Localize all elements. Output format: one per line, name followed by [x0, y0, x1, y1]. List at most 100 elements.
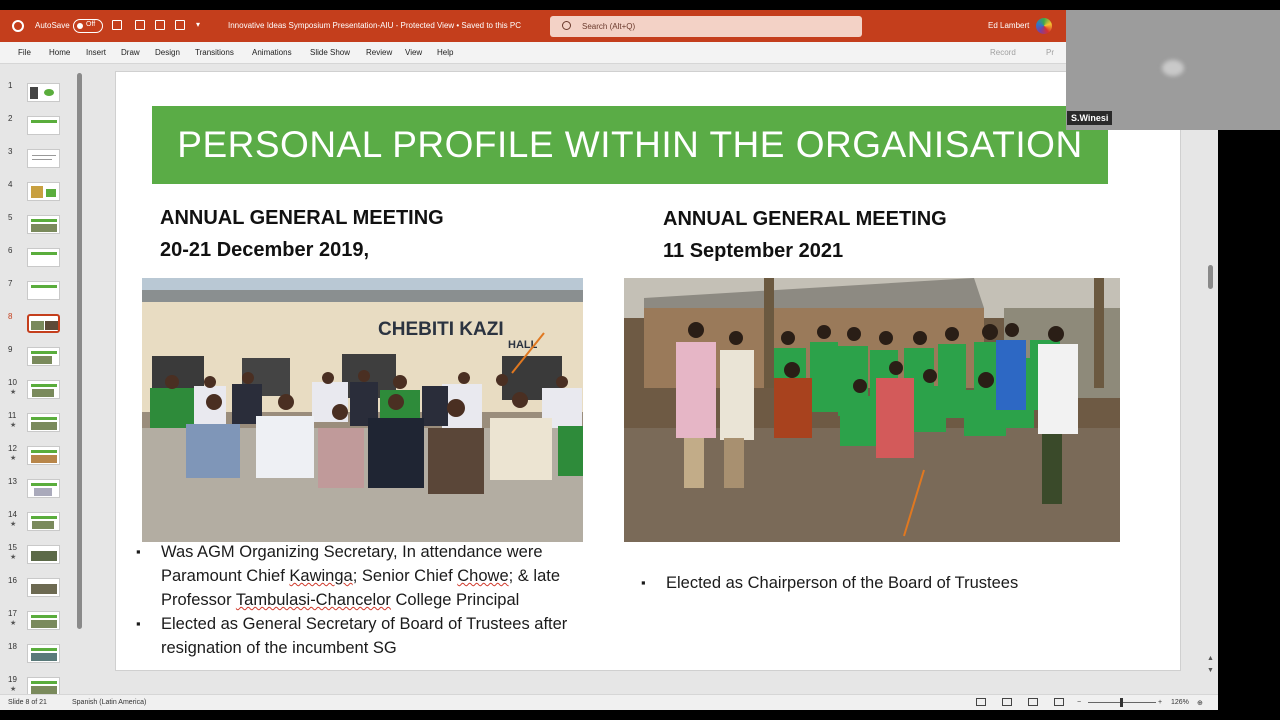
tab-file[interactable]: File [18, 48, 31, 57]
thumbnail-preview [27, 314, 60, 333]
thumbnail-number: 7 [8, 279, 13, 288]
slide-thumbnail[interactable]: 4 [0, 180, 86, 208]
slide-scrollbar[interactable] [1208, 265, 1213, 289]
slide-thumbnail[interactable]: 3 [0, 147, 86, 175]
misspelled-word: Tambulasi-Chancelor [235, 591, 391, 609]
app-root: AutoSave Off ▾ Innovative Ideas Symposiu… [0, 0, 1280, 720]
avatar[interactable] [1036, 18, 1052, 34]
save-icon[interactable] [112, 20, 122, 30]
record-button[interactable]: Record [990, 48, 1016, 57]
autosave-toggle[interactable]: Off [73, 19, 103, 33]
thumbnail-number: 4 [8, 180, 13, 189]
left-bullets: Was AGM Organizing Secretary, In attenda… [136, 540, 616, 660]
open-folder-icon[interactable] [155, 20, 165, 30]
video-participant-tile[interactable]: S.Winesi [1066, 10, 1280, 130]
group-photo-illustration [624, 278, 1120, 542]
present-icon[interactable] [175, 20, 185, 30]
tab-transitions[interactable]: Transitions [195, 48, 234, 57]
autosave-label: AutoSave [35, 21, 70, 30]
tab-help[interactable]: Help [437, 48, 453, 57]
status-bar: Slide 8 of 21 Spanish (Latin America) − … [0, 694, 1218, 710]
thumbnail-number: 1 [8, 81, 13, 90]
slide-thumbnail[interactable]: 14 ★ [0, 510, 86, 538]
slide-thumbnail[interactable]: 10 ★ [0, 378, 86, 406]
normal-view-icon[interactable] [976, 698, 986, 706]
slide-thumbnail[interactable]: 2 [0, 114, 86, 142]
agm-2019-photo[interactable]: CHEBITI KAZI HALL [142, 278, 583, 542]
tab-view[interactable]: View [405, 48, 422, 57]
group-photo-illustration: CHEBITI KAZI HALL [142, 278, 583, 542]
tab-design[interactable]: Design [155, 48, 180, 57]
slide-thumbnail-selected[interactable]: 8 [0, 312, 86, 340]
tab-insert[interactable]: Insert [86, 48, 106, 57]
list-item[interactable]: Was AGM Organizing Secretary, In attenda… [136, 540, 616, 612]
thumbnail-preview [27, 182, 60, 201]
search-box[interactable]: Search (Alt+Q) [550, 16, 862, 37]
slide-thumbnail[interactable]: 16 [0, 576, 86, 604]
slide-sorter-icon[interactable] [1002, 698, 1012, 706]
thumbnail-number: 3 [8, 147, 13, 156]
search-icon [562, 21, 571, 30]
thumbnail-preview [27, 413, 60, 432]
thumbnail-number: 17 [8, 609, 17, 618]
customize-toolbar-icon[interactable]: ▾ [196, 20, 200, 29]
slide-title[interactable]: PERSONAL PROFILE WITHIN THE ORGANISATION [152, 106, 1108, 184]
slide-thumbnail[interactable]: 11 ★ [0, 411, 86, 439]
prev-slide-icon[interactable]: ▲ [1207, 655, 1214, 662]
fit-slide-icon[interactable]: ⊕ [1197, 699, 1203, 707]
next-slide-icon[interactable]: ▼ [1207, 667, 1214, 674]
animation-star-icon: ★ [10, 686, 17, 693]
photo-sign-text: CHEBITI KAZI [378, 319, 504, 340]
thumbnail-preview [27, 281, 60, 300]
slide-thumbnail[interactable]: 18 [0, 642, 86, 670]
animation-star-icon: ★ [10, 422, 17, 429]
powerpoint-window: AutoSave Off ▾ Innovative Ideas Symposiu… [0, 10, 1218, 710]
slide-thumbnail[interactable]: 9 [0, 345, 86, 373]
thumbnail-preview [27, 215, 60, 234]
thumbnail-preview [27, 512, 60, 531]
thumbnail-scrollbar[interactable] [77, 73, 82, 629]
reading-view-icon[interactable] [1028, 698, 1038, 706]
thumbnail-preview [27, 644, 60, 663]
slide-thumbnail[interactable]: 6 [0, 246, 86, 274]
right-heading[interactable]: ANNUAL GENERAL MEETING 11 September 2021 [663, 203, 947, 267]
zoom-slider-thumb[interactable] [1120, 698, 1123, 707]
slide-8[interactable]: PERSONAL PROFILE WITHIN THE ORGANISATION… [115, 71, 1181, 671]
slide-thumbnail[interactable]: 5 [0, 213, 86, 241]
zoom-out-icon[interactable]: − [1077, 699, 1081, 706]
thumbnail-preview [27, 149, 60, 168]
tab-animations[interactable]: Animations [252, 48, 292, 57]
left-heading-line1: ANNUAL GENERAL MEETING [160, 207, 444, 229]
slide-thumbnail[interactable]: 17 ★ [0, 609, 86, 637]
list-item[interactable]: Elected as General Secretary of Board of… [136, 612, 616, 660]
participant-video-feed [1162, 60, 1184, 76]
bullet-text: College Principal [390, 591, 520, 609]
slide-thumbnail[interactable]: 15 ★ [0, 543, 86, 571]
thumbnail-preview [27, 545, 60, 564]
agm-2021-photo[interactable] [624, 278, 1120, 542]
language-indicator[interactable]: Spanish (Latin America) [72, 699, 146, 706]
left-heading[interactable]: ANNUAL GENERAL MEETING 20-21 December 20… [160, 202, 444, 266]
slide-canvas: PERSONAL PROFILE WITHIN THE ORGANISATION… [88, 65, 1218, 699]
user-name[interactable]: Ed Lambert [988, 21, 1029, 30]
slide-thumbnail[interactable]: 1 [0, 81, 86, 109]
animation-star-icon: ★ [10, 389, 17, 396]
tab-draw[interactable]: Draw [121, 48, 140, 57]
tab-slide-show[interactable]: Slide Show [310, 48, 350, 57]
present-button[interactable]: Pr [1046, 48, 1054, 57]
slide-thumbnail[interactable]: 12 ★ [0, 444, 86, 472]
zoom-level[interactable]: 126% [1171, 699, 1189, 706]
slide-thumbnail[interactable]: 7 [0, 279, 86, 307]
tab-review[interactable]: Review [366, 48, 392, 57]
bullet-text: ; Senior Chief [352, 567, 458, 585]
slideshow-icon[interactable] [1054, 698, 1064, 706]
right-bullets: Elected as Chairperson of the Board of T… [641, 571, 1111, 595]
zoom-in-icon[interactable]: + [1158, 699, 1162, 706]
tab-home[interactable]: Home [49, 48, 70, 57]
slide-thumbnail[interactable]: 13 [0, 477, 86, 505]
new-file-icon[interactable] [135, 20, 145, 30]
autosave-state: Off [86, 21, 96, 28]
thumbnail-preview [27, 83, 60, 102]
list-item[interactable]: Elected as Chairperson of the Board of T… [641, 571, 1111, 595]
animation-star-icon: ★ [10, 554, 17, 561]
